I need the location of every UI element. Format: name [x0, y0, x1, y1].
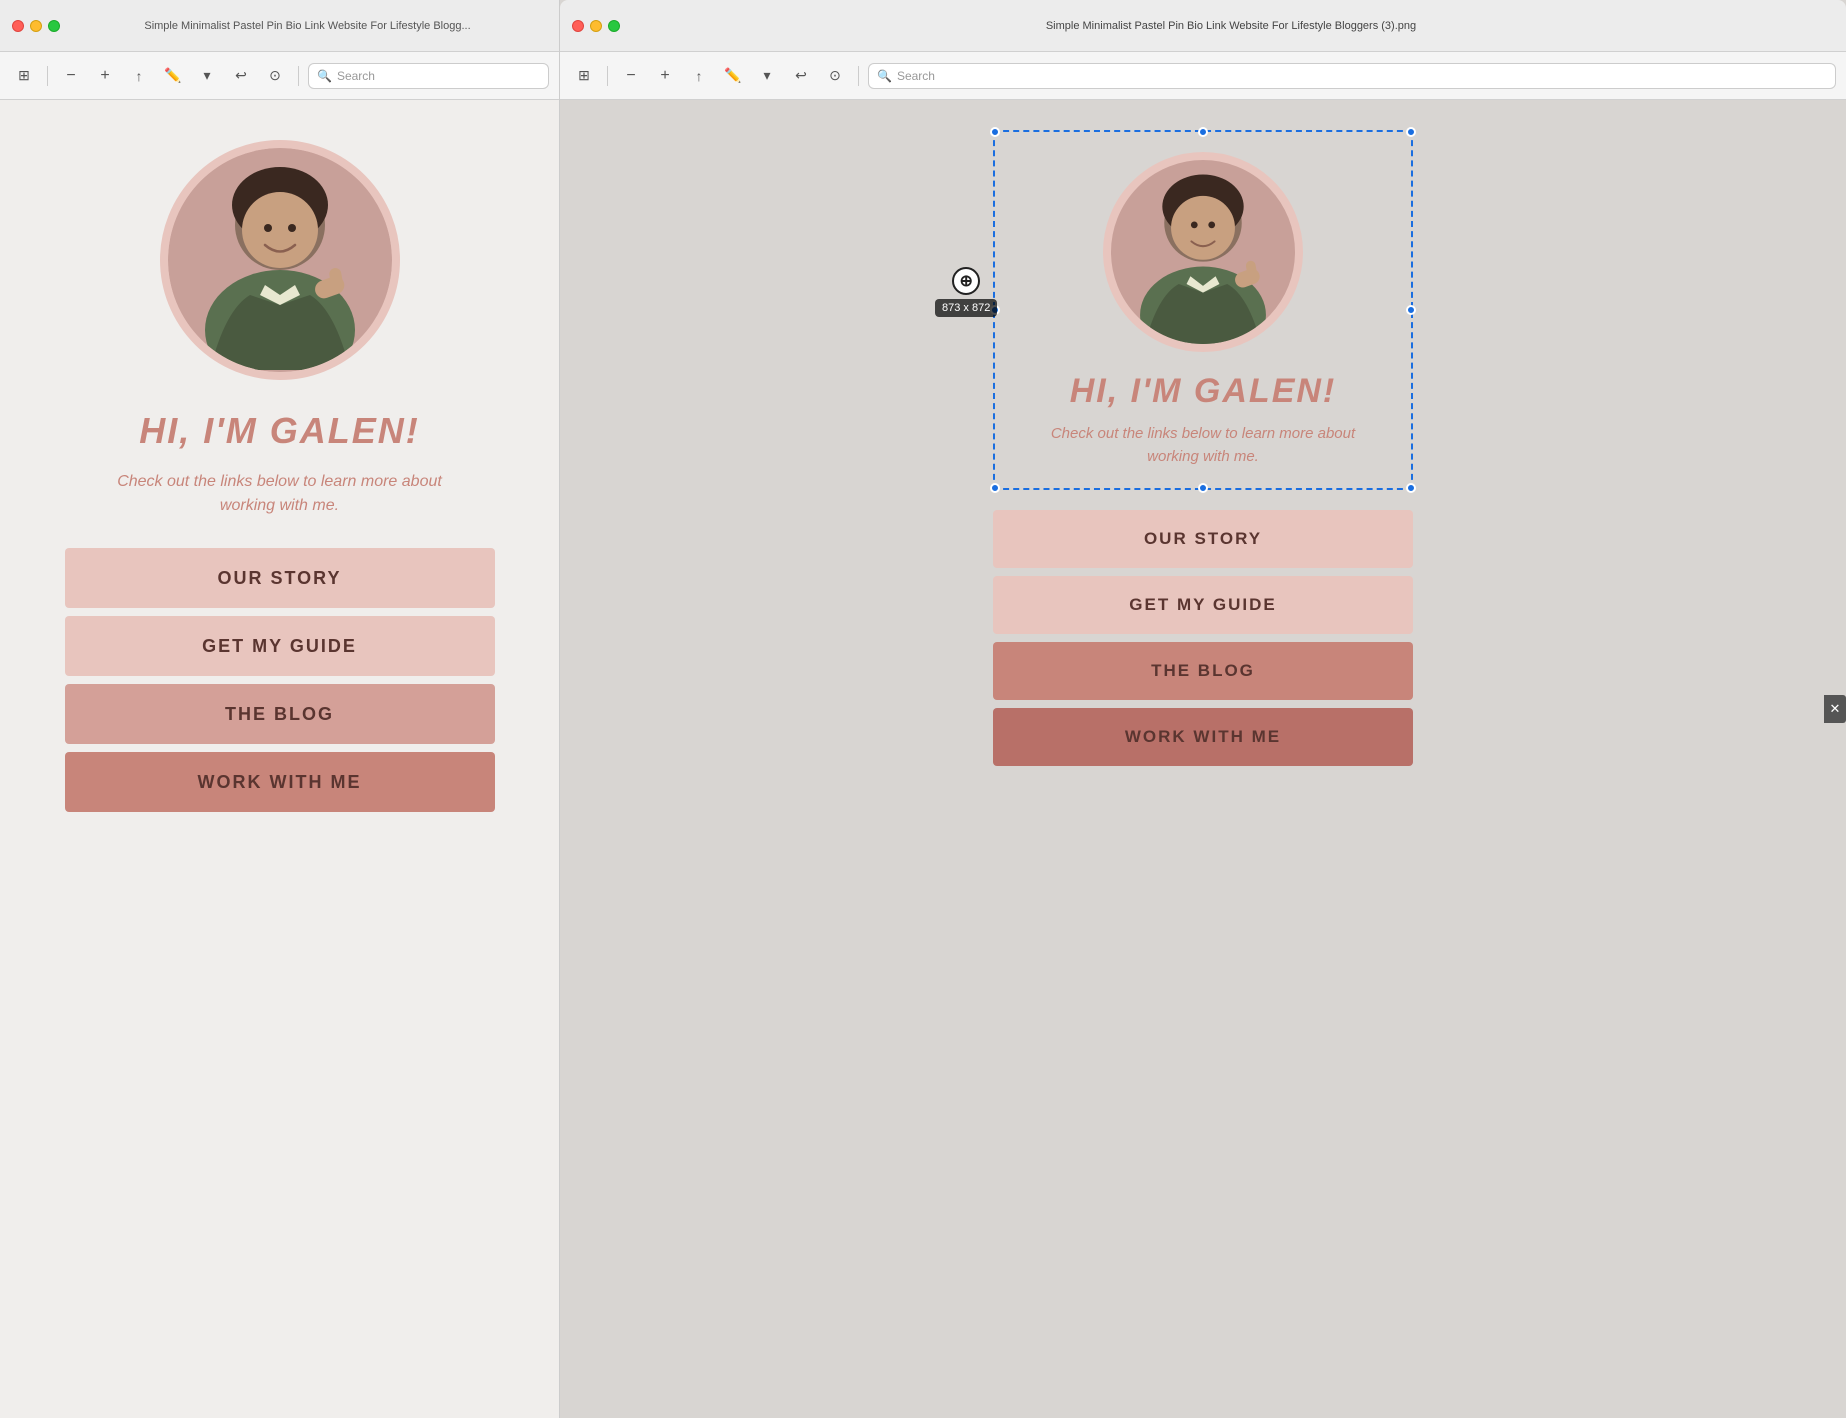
share-btn-left[interactable]: ↑	[125, 62, 153, 90]
handle-middle-right[interactable]	[1406, 305, 1416, 315]
work-btn-right[interactable]: WORK WITH ME	[993, 708, 1413, 766]
minimize-button-right[interactable]	[590, 20, 602, 32]
search-box-left[interactable]: 🔍 Search	[308, 63, 549, 89]
handle-bottom-right[interactable]	[1406, 483, 1416, 493]
profile-circle-left	[160, 140, 400, 380]
minimize-button-left[interactable]	[30, 20, 42, 32]
blog-btn-left[interactable]: THE BLOG	[65, 684, 495, 744]
our-story-btn-right[interactable]: OUR STORY	[993, 510, 1413, 568]
pen-btn-left[interactable]: ✏️	[159, 62, 187, 90]
handle-top-right[interactable]	[1406, 127, 1416, 137]
maximize-button-left[interactable]	[48, 20, 60, 32]
main-heading-left: HI, I'M GALEN!	[139, 410, 420, 452]
rotate-btn-right[interactable]: ↩	[787, 62, 815, 90]
search-icon-left: 🔍	[317, 69, 332, 83]
left-content-area: HI, I'M GALEN! Check out the links below…	[0, 100, 559, 1418]
markup-btn-left[interactable]: ⊙	[261, 62, 289, 90]
search-box-right[interactable]: 🔍 Search	[868, 63, 1836, 89]
right-buttons-container: OUR STORY GET MY GUIDE THE BLOG WORK WIT…	[993, 510, 1413, 766]
left-window: Simple Minimalist Pastel Pin Bio Link We…	[0, 0, 560, 1418]
close-panel-btn[interactable]: ✕	[1824, 695, 1846, 723]
handle-top-center[interactable]	[1198, 127, 1208, 137]
search-placeholder-right: Search	[897, 69, 935, 83]
handle-bottom-left[interactable]	[990, 483, 1000, 493]
right-window: Simple Minimalist Pastel Pin Bio Link We…	[560, 0, 1846, 1418]
profile-image-left	[168, 148, 392, 372]
divider-r1	[607, 66, 608, 86]
close-button-left[interactable]	[12, 20, 24, 32]
right-window-title: Simple Minimalist Pastel Pin Bio Link We…	[628, 20, 1834, 32]
handle-top-left[interactable]	[990, 127, 1000, 137]
zoom-in-btn-right[interactable]: +	[651, 62, 679, 90]
toolbar-left: ⊞ − + ↑ ✏️ ▾ ↩ ⊙ 🔍 Search	[0, 52, 559, 100]
person-illustration-left	[170, 150, 390, 370]
zoom-out-btn-right[interactable]: −	[617, 62, 645, 90]
selected-element-group[interactable]: ⊕ 873 x 872 HI, I	[993, 130, 1413, 490]
search-placeholder-left: Search	[337, 69, 375, 83]
cursor-icon: ⊕	[952, 267, 980, 295]
divider-r2	[858, 66, 859, 86]
traffic-lights-right	[572, 20, 620, 32]
pen-dropdown-left[interactable]: ▾	[193, 62, 221, 90]
sub-heading-left: Check out the links below to learn more …	[90, 470, 470, 518]
size-tooltip: 873 x 872	[935, 299, 997, 317]
right-content-area: ⊕ 873 x 872 HI, I	[560, 100, 1846, 1418]
divider-2	[298, 66, 299, 86]
share-btn-right[interactable]: ↑	[685, 62, 713, 90]
get-guide-btn-right[interactable]: GET MY GUIDE	[993, 576, 1413, 634]
close-button-right[interactable]	[572, 20, 584, 32]
handle-bottom-center[interactable]	[1198, 483, 1208, 493]
maximize-button-right[interactable]	[608, 20, 620, 32]
zoom-in-btn-left[interactable]: +	[91, 62, 119, 90]
person-illustration-right	[1111, 157, 1295, 347]
resize-cursor-tooltip: ⊕ 873 x 872	[935, 267, 997, 317]
view-toggle-btn-right[interactable]: ⊞	[570, 62, 598, 90]
left-titlebar: Simple Minimalist Pastel Pin Bio Link We…	[0, 0, 559, 52]
pen-dropdown-right[interactable]: ▾	[753, 62, 781, 90]
search-icon-right: 🔍	[877, 69, 892, 83]
sub-heading-right: Check out the links below to learn more …	[1043, 423, 1363, 468]
blog-btn-right[interactable]: THE BLOG	[993, 642, 1413, 700]
view-toggle-btn[interactable]: ⊞	[10, 62, 38, 90]
traffic-lights-left	[12, 20, 60, 32]
toolbar-right: ⊞ − + ↑ ✏️ ▾ ↩ ⊙ 🔍 Search	[560, 52, 1846, 100]
profile-circle-right	[1103, 152, 1303, 352]
rotate-btn-left[interactable]: ↩	[227, 62, 255, 90]
main-heading-right: HI, I'M GALEN!	[1070, 372, 1337, 411]
pen-btn-right[interactable]: ✏️	[719, 62, 747, 90]
our-story-btn-left[interactable]: OUR STORY	[65, 548, 495, 608]
left-window-title: Simple Minimalist Pastel Pin Bio Link We…	[68, 20, 547, 32]
right-titlebar: Simple Minimalist Pastel Pin Bio Link We…	[560, 0, 1846, 52]
zoom-out-btn-left[interactable]: −	[57, 62, 85, 90]
get-guide-btn-left[interactable]: GET MY GUIDE	[65, 616, 495, 676]
divider-1	[47, 66, 48, 86]
work-btn-left[interactable]: WORK WITH ME	[65, 752, 495, 812]
markup-btn-right[interactable]: ⊙	[821, 62, 849, 90]
